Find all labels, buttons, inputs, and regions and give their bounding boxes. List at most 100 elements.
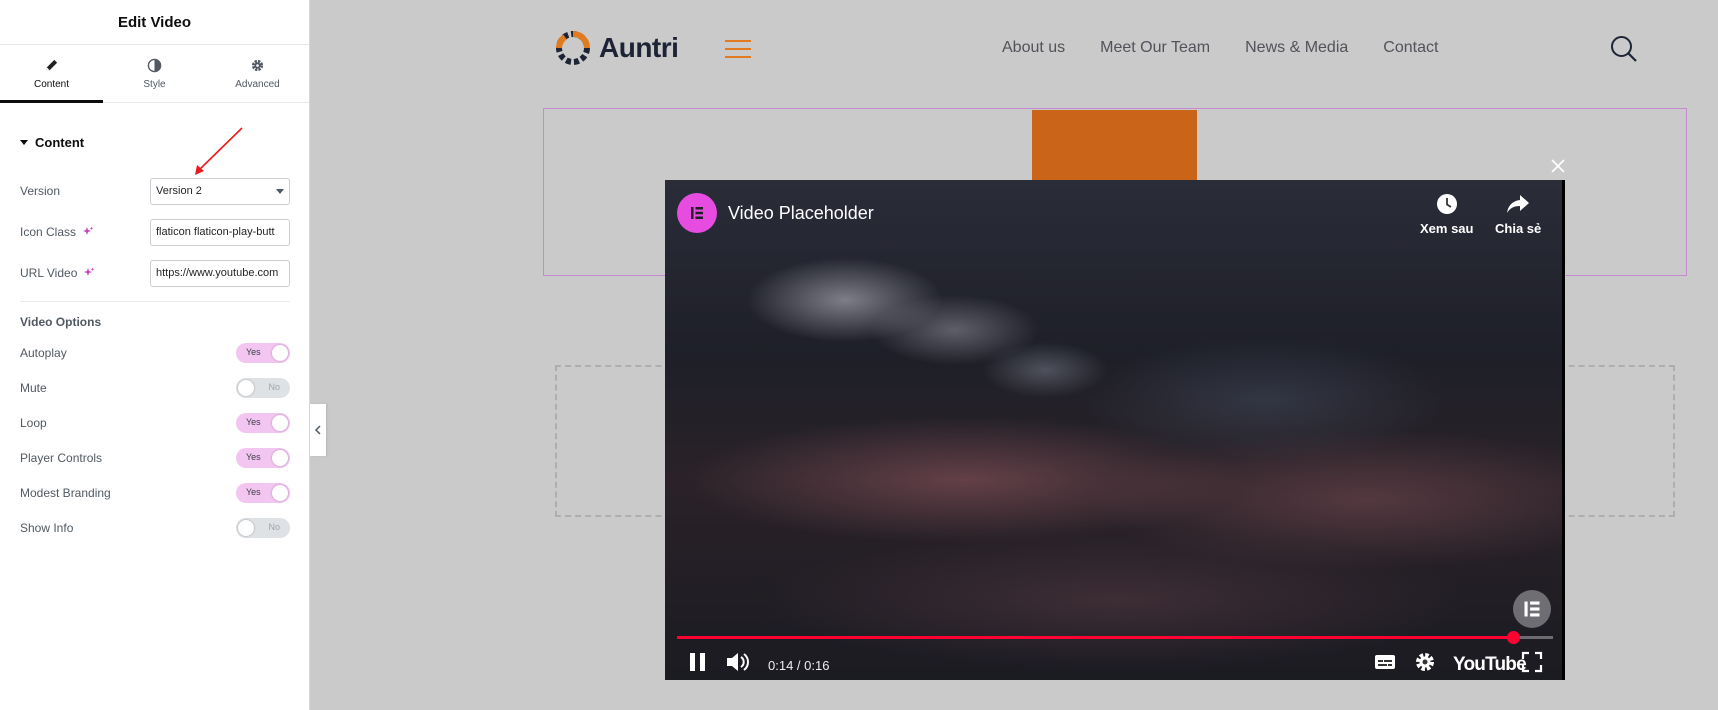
- pencil-icon: [45, 59, 58, 71]
- time-display: 0:14 / 0:16: [768, 658, 830, 673]
- divider: [20, 301, 290, 302]
- video-header: Video Placeholder: [677, 193, 874, 233]
- tab-style-label: Style: [143, 78, 166, 90]
- tab-content-label: Content: [33, 78, 70, 90]
- chevron-left-icon: [314, 425, 321, 435]
- tab-advanced[interactable]: Advanced: [206, 45, 309, 102]
- version-select[interactable]: Version 2: [150, 177, 290, 205]
- toggle-row-modest-branding: Modest Branding Yes: [20, 482, 290, 504]
- toggle-knob: [272, 450, 288, 466]
- url-video-label: URL Video: [20, 266, 150, 280]
- toggle-state: No: [268, 382, 280, 392]
- show-info-label: Show Info: [20, 521, 74, 535]
- ai-sparkle-icon[interactable]: [83, 267, 95, 279]
- show-info-toggle[interactable]: No: [236, 518, 290, 538]
- fullscreen-icon[interactable]: [1520, 650, 1544, 674]
- ai-sparkle-icon[interactable]: [82, 226, 94, 238]
- progress-fill: [677, 631, 1520, 644]
- loop-label: Loop: [20, 416, 47, 430]
- site-logo[interactable]: Auntri: [553, 28, 679, 68]
- tab-advanced-label: Advanced: [235, 78, 280, 90]
- player-controls-bar: 0:14 / 0:16 YouTube: [665, 646, 1562, 680]
- editor-panel: Edit Video Content Style Advanced Conten…: [0, 0, 310, 710]
- toggle-knob: [238, 520, 254, 536]
- player-controls-label: Player Controls: [20, 451, 103, 465]
- modest-branding-toggle[interactable]: Yes: [236, 483, 290, 503]
- settings-gear-icon[interactable]: [1413, 650, 1437, 674]
- panel-title: Edit Video: [117, 13, 192, 31]
- gear-icon: [251, 59, 264, 71]
- icon-class-label-text: Icon Class: [20, 225, 77, 239]
- toggle-knob: [238, 380, 254, 396]
- toggle-state: Yes: [246, 452, 261, 462]
- nav-news-media[interactable]: News & Media: [1245, 39, 1348, 57]
- watch-later-label: Xem sau: [1420, 221, 1474, 236]
- subtitles-icon[interactable]: [1373, 650, 1397, 674]
- toggle-state: Yes: [246, 347, 261, 357]
- version-value: Version 2: [156, 185, 202, 197]
- search-icon[interactable]: [1610, 35, 1638, 63]
- toggle-row-mute: Mute No: [20, 377, 290, 399]
- contrast-icon: [147, 58, 162, 72]
- toggle-knob: [272, 485, 288, 501]
- url-video-label-text: URL Video: [20, 266, 78, 280]
- panel-header: Edit Video: [0, 0, 309, 45]
- toggle-state: No: [268, 522, 280, 532]
- close-icon[interactable]: [1550, 158, 1566, 174]
- youtube-player[interactable]: Video Placeholder Xem sau Chia sẻ 0:14 /…: [665, 180, 1565, 680]
- youtube-logo[interactable]: YouTube: [1453, 654, 1527, 676]
- icon-class-control: Icon Class flaticon flaticon-play-butt: [20, 218, 290, 246]
- video-title[interactable]: Video Placeholder: [728, 203, 874, 224]
- share-button[interactable]: Chia sẻ: [1495, 193, 1541, 236]
- progress-bar[interactable]: [677, 631, 1553, 644]
- nav-contact[interactable]: Contact: [1383, 39, 1438, 57]
- elementor-logo-icon: [691, 207, 703, 219]
- autoplay-label: Autoplay: [20, 346, 67, 360]
- toggle-state: Yes: [246, 417, 261, 427]
- channel-avatar[interactable]: [677, 193, 717, 233]
- toggle-row-autoplay: Autoplay Yes: [20, 342, 290, 364]
- caret-down-icon: [20, 140, 28, 145]
- toggle-knob: [272, 345, 288, 361]
- tab-style[interactable]: Style: [103, 45, 206, 102]
- loop-toggle[interactable]: Yes: [236, 413, 290, 433]
- section-title: Content: [35, 135, 85, 150]
- player-controls-toggle[interactable]: Yes: [236, 448, 290, 468]
- toggle-knob: [272, 415, 288, 431]
- url-video-control: URL Video https://www.youtube.com: [20, 259, 290, 287]
- toggle-row-loop: Loop Yes: [20, 412, 290, 434]
- elementor-badge[interactable]: [1513, 590, 1551, 628]
- panel-tabs: Content Style Advanced: [0, 45, 309, 103]
- main-nav: About us Meet Our Team News & Media Cont…: [1002, 39, 1438, 57]
- clock-icon: [1436, 194, 1457, 214]
- icon-class-input[interactable]: flaticon flaticon-play-butt: [150, 218, 290, 246]
- url-video-input[interactable]: https://www.youtube.com: [150, 259, 290, 287]
- video-widget-block[interactable]: [1032, 110, 1197, 182]
- autoplay-toggle[interactable]: Yes: [236, 343, 290, 363]
- nav-about-us[interactable]: About us: [1002, 39, 1065, 57]
- scrubber-handle[interactable]: [1506, 631, 1520, 644]
- content-section-toggle[interactable]: Content: [20, 135, 84, 150]
- hamburger-menu-icon[interactable]: [725, 40, 751, 58]
- share-arrow-icon: [1507, 195, 1530, 213]
- logo-text: Auntri: [599, 32, 679, 63]
- pause-icon[interactable]: [687, 650, 709, 674]
- tab-content[interactable]: Content: [0, 45, 103, 103]
- volume-icon[interactable]: [725, 650, 751, 674]
- elementor-logo-icon: [1524, 601, 1540, 617]
- share-label: Chia sẻ: [1495, 221, 1542, 236]
- watch-later-button[interactable]: Xem sau: [1420, 193, 1473, 236]
- video-options-heading: Video Options: [20, 315, 102, 329]
- modest-branding-label: Modest Branding: [20, 486, 111, 500]
- toggle-state: Yes: [246, 487, 261, 497]
- mute-toggle[interactable]: No: [236, 378, 290, 398]
- chevron-down-icon: [276, 188, 284, 194]
- nav-meet-our-team[interactable]: Meet Our Team: [1100, 39, 1210, 57]
- gear-logo-icon: [556, 31, 590, 65]
- red-arrow-annotation: [195, 127, 243, 175]
- version-label: Version: [20, 184, 61, 198]
- toggle-row-player-controls: Player Controls Yes: [20, 447, 290, 469]
- toggle-row-show-info: Show Info No: [20, 517, 290, 539]
- panel-collapse-button[interactable]: [310, 404, 326, 456]
- version-control: Version Version 2: [20, 177, 290, 205]
